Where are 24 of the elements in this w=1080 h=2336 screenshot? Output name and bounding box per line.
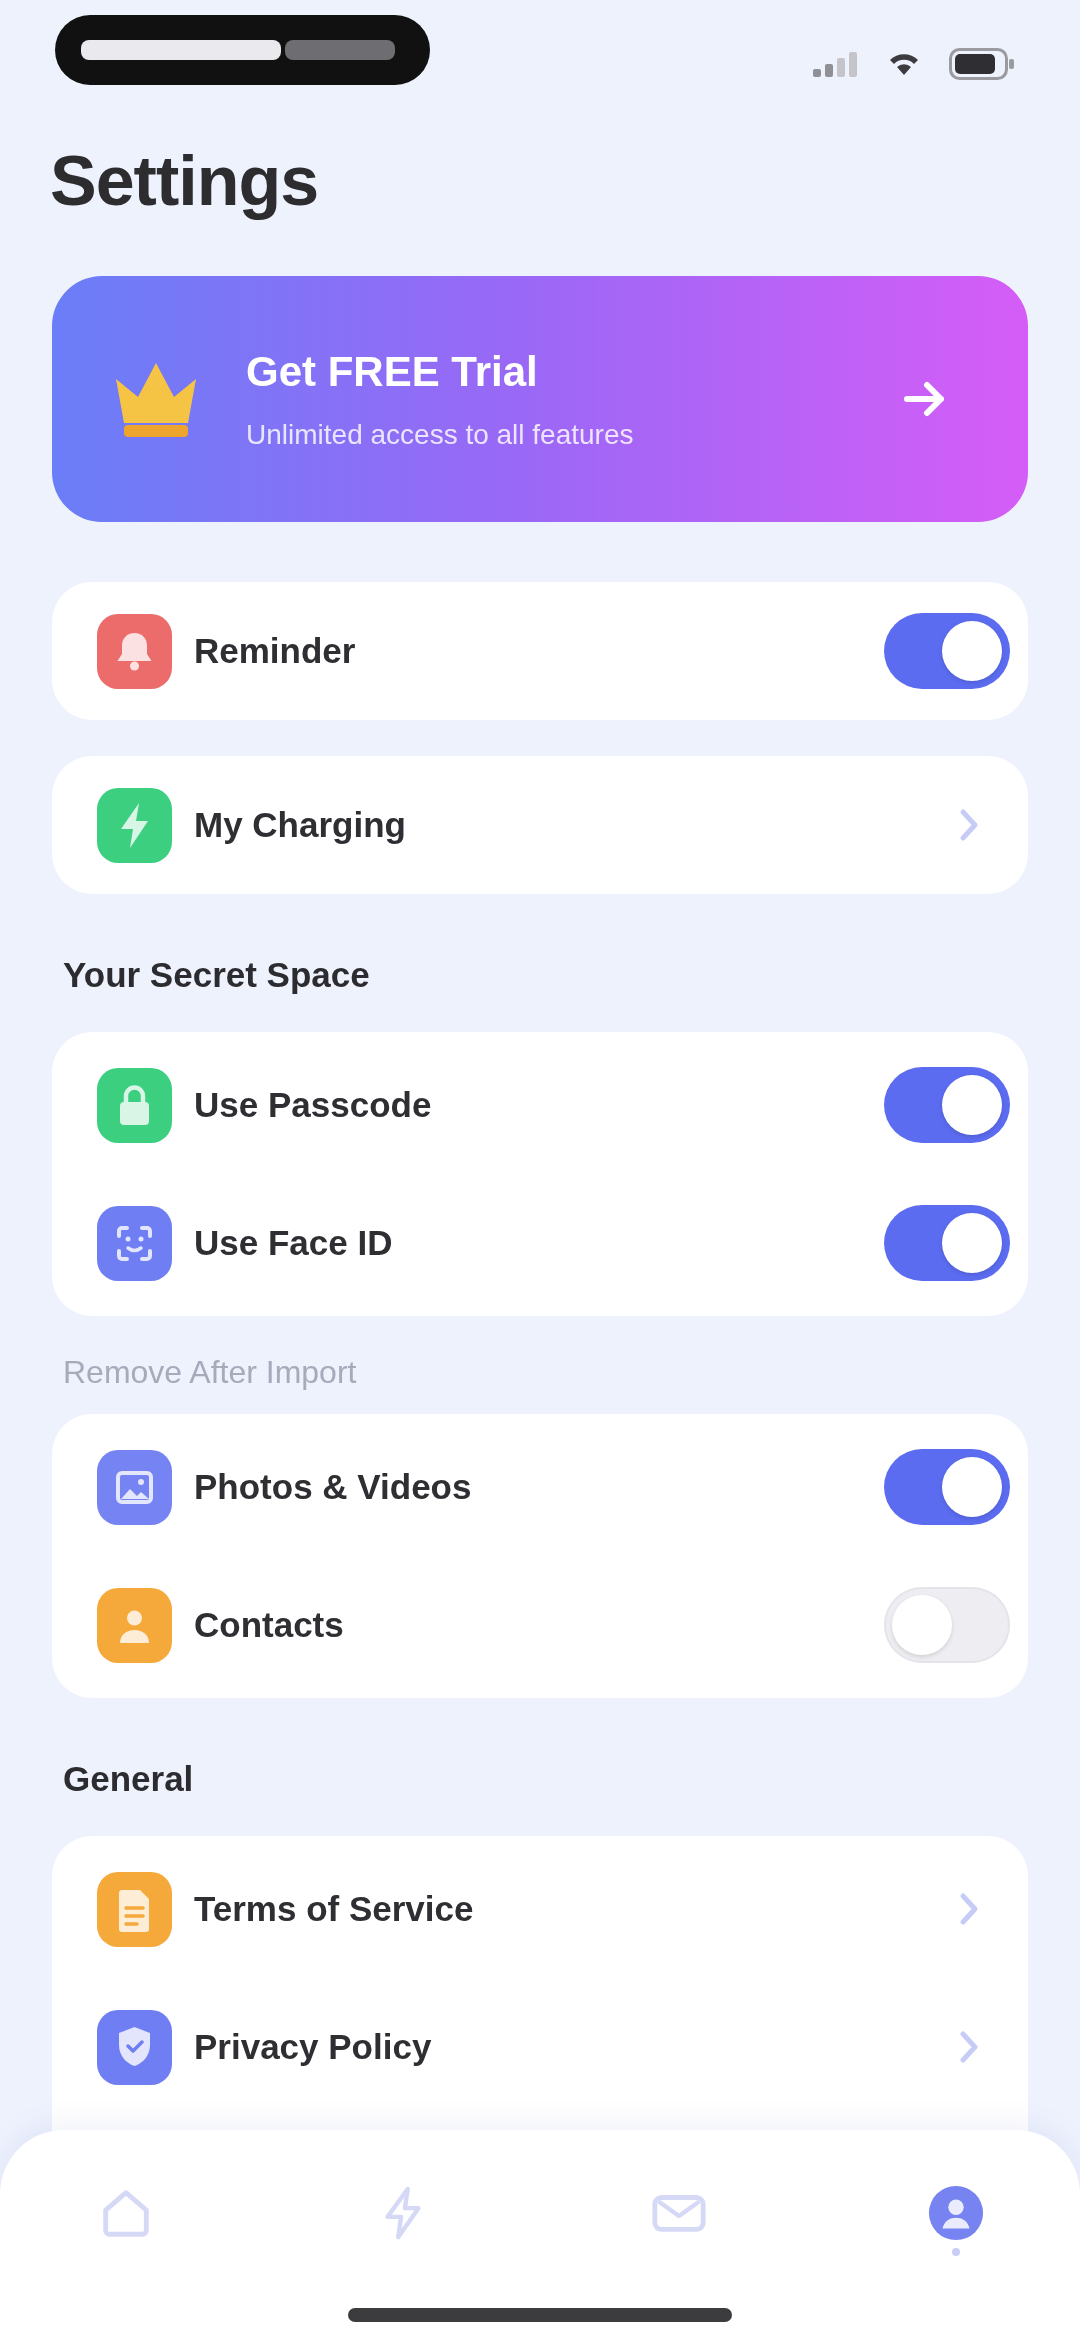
signal-icon xyxy=(813,51,859,77)
row-label: Contacts xyxy=(194,1605,345,1645)
chevron-icon xyxy=(959,2030,979,2064)
settings-row[interactable]: Privacy Policy xyxy=(52,1978,1028,2116)
page-title: Settings xyxy=(50,141,320,222)
chevron-icon xyxy=(959,1892,979,1926)
row-label: Reminder xyxy=(194,631,357,671)
section-header: Your Secret Space xyxy=(63,954,371,996)
wifi-icon xyxy=(889,52,919,76)
section-header: General xyxy=(63,1758,195,1800)
row-label: Use Passcode xyxy=(194,1085,433,1125)
chevron-icon xyxy=(959,808,979,842)
row-label: Use Face ID xyxy=(194,1223,394,1263)
user-icon xyxy=(926,2184,985,2242)
tab-indicator xyxy=(951,2248,960,2256)
settings-row[interactable]: My Charging xyxy=(52,756,1028,894)
promo-banner[interactable]: Get FREE Trial Unlimited access to all features xyxy=(52,276,1028,522)
battery-icon xyxy=(949,48,1015,80)
promo-title: Get FREE Trial xyxy=(246,346,539,397)
settings-row[interactable]: Terms of Service xyxy=(52,1840,1028,1978)
arrow-icon xyxy=(903,381,947,417)
row-label: Photos & Videos xyxy=(194,1467,473,1507)
promo-subtitle: Unlimited access to all features xyxy=(246,417,635,452)
section-header: Remove After Import xyxy=(63,1353,358,1392)
